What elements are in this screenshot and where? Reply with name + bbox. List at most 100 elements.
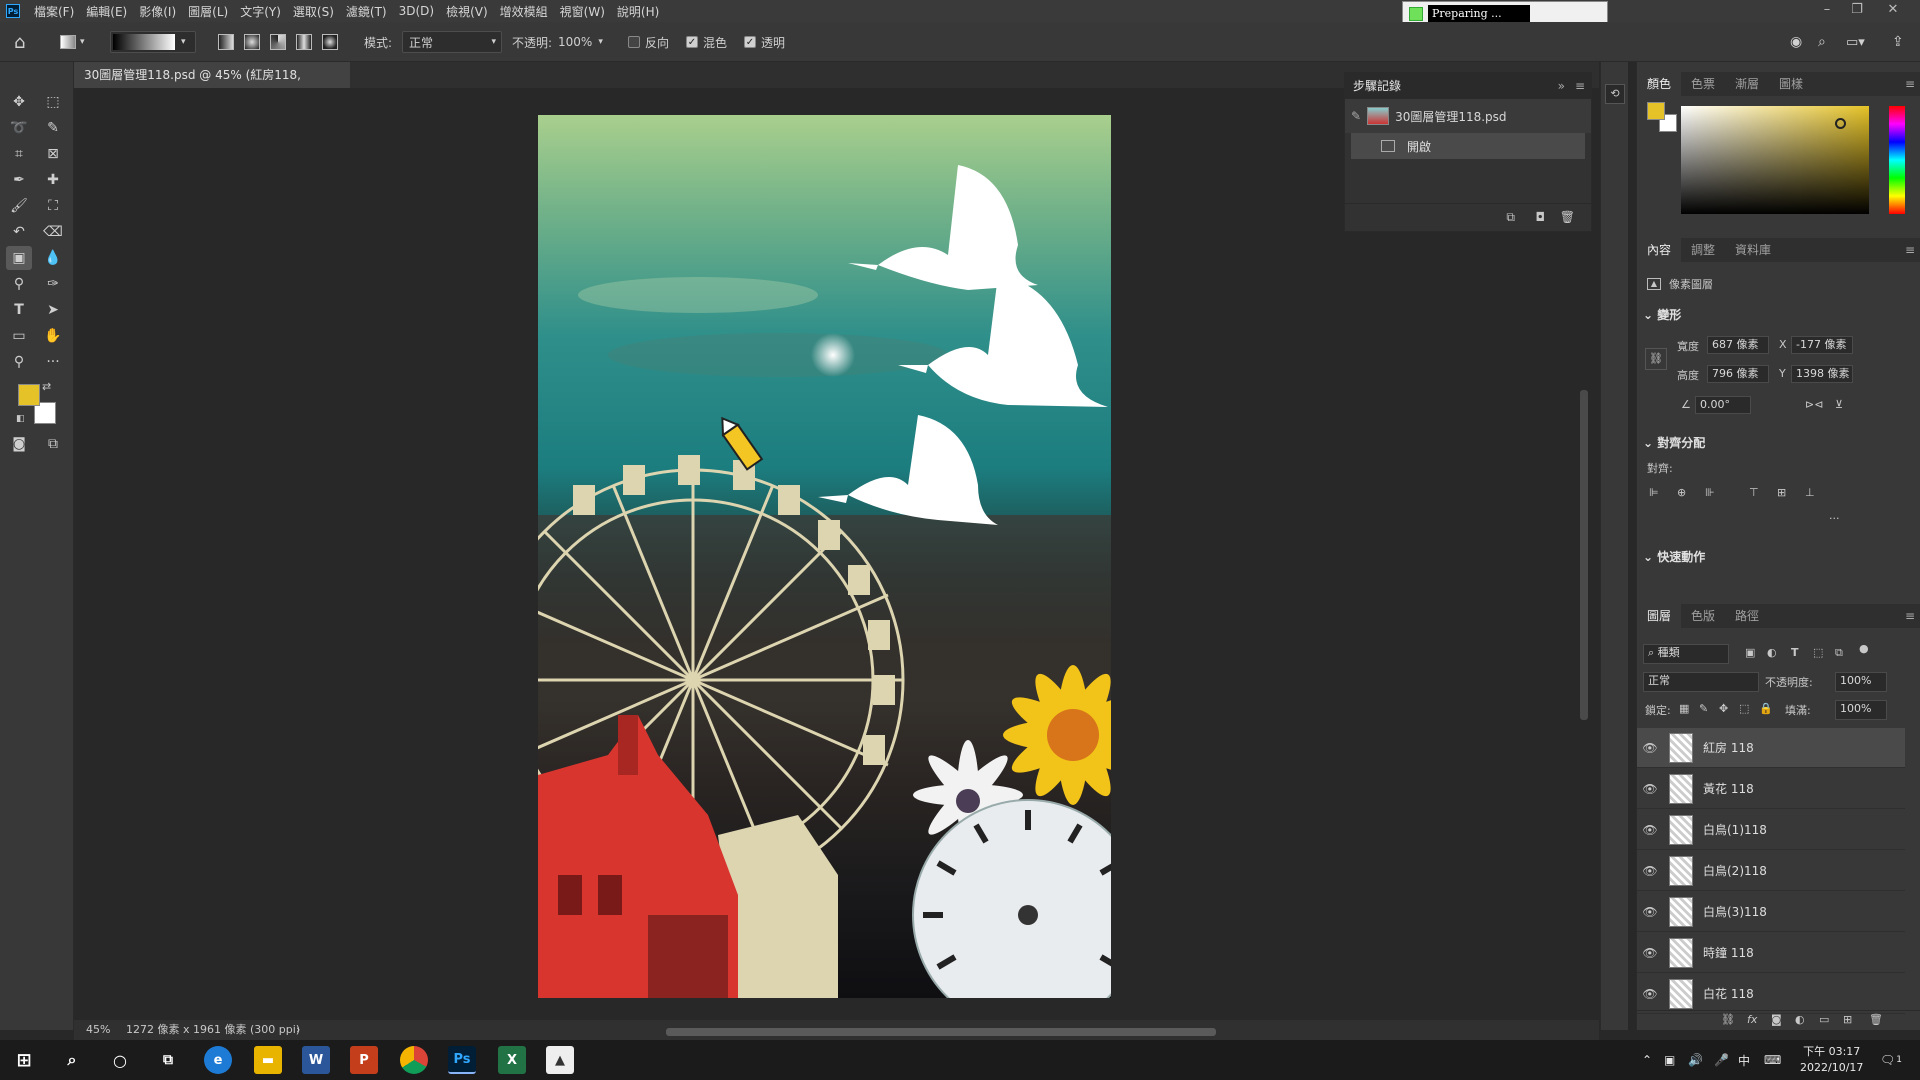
filter-smart-object-icon[interactable]: ⧉	[1835, 646, 1843, 660]
lock-position-icon[interactable]: ✥	[1719, 702, 1728, 715]
lock-transparent-icon[interactable]: ▦	[1679, 702, 1689, 715]
menu-image[interactable]: 影像(I)	[133, 3, 182, 20]
horizontal-scrollbar[interactable]	[666, 1028, 1216, 1036]
move-tool-icon[interactable]: ✥	[6, 90, 32, 114]
blur-tool-icon[interactable]: 💧	[40, 246, 66, 270]
user-icon[interactable]: ◉	[1790, 31, 1802, 53]
height-field[interactable]: 796 像素	[1707, 365, 1769, 383]
volume-icon[interactable]: 🔊	[1688, 1040, 1703, 1080]
word-icon[interactable]: W	[302, 1046, 330, 1074]
tab-patterns[interactable]: 圖樣	[1769, 72, 1813, 96]
windows-start-icon[interactable]: ⊞	[10, 1046, 38, 1074]
photoshop-logo-icon[interactable]: Ps	[6, 4, 20, 18]
ime-indicator[interactable]: 中	[1738, 1040, 1750, 1080]
filter-shape-icon[interactable]: ⬚	[1813, 646, 1823, 659]
task-view-icon[interactable]: ⧉	[154, 1046, 182, 1074]
angle-field[interactable]: 0.00°	[1695, 396, 1751, 414]
document-info[interactable]: 1272 像素 x 1961 像素 (300 ppi)	[126, 1020, 300, 1040]
delete-layer-icon[interactable]: 🗑	[1869, 1013, 1883, 1026]
menu-window[interactable]: 視窗(W)	[554, 3, 611, 20]
align-right-icon[interactable]: ⊪	[1705, 486, 1715, 499]
opacity-input[interactable]: 100% ▾	[558, 31, 610, 53]
tab-layers[interactable]: 圖層	[1637, 604, 1682, 628]
cortana-icon[interactable]: ○	[106, 1046, 134, 1074]
quick-select-tool-icon[interactable]: ✎	[40, 116, 66, 140]
mode-select[interactable]: 正常 ▾	[402, 31, 502, 53]
x-field[interactable]: -177 像素	[1791, 336, 1853, 354]
blend-mode-select[interactable]: 正常	[1643, 672, 1759, 692]
brush-tool-icon[interactable]: 🖌	[6, 194, 32, 218]
powerpoint-icon[interactable]: P	[350, 1046, 378, 1074]
filter-adjustment-icon[interactable]: ◐	[1767, 646, 1777, 659]
microphone-icon[interactable]: 🎤	[1714, 1040, 1729, 1080]
quick-actions-section[interactable]: ⌄ 快速動作	[1643, 548, 1705, 565]
linear-gradient-icon[interactable]	[218, 31, 234, 53]
adjustment-layer-icon[interactable]: ◐	[1795, 1013, 1805, 1026]
camera-icon[interactable]: ◘	[1536, 210, 1546, 224]
quick-mask-icon[interactable]: ◙	[6, 432, 32, 456]
history-step-open[interactable]: 開啟	[1351, 133, 1585, 159]
history-panel-icon[interactable]: ⟲	[1605, 84, 1625, 104]
eyedropper-tool-icon[interactable]: ✒	[6, 168, 32, 192]
close-window-icon[interactable]: ✕	[1878, 0, 1908, 22]
eye-icon[interactable]: 👁	[1637, 987, 1663, 1001]
search-icon[interactable]: ⌕	[58, 1046, 86, 1074]
type-tool-icon[interactable]: T	[6, 298, 32, 322]
notification-icon[interactable]: 🗨 1	[1880, 1040, 1902, 1080]
lasso-tool-icon[interactable]: ➰	[6, 116, 32, 140]
width-field[interactable]: 687 像素	[1707, 336, 1769, 354]
eye-icon[interactable]: 👁	[1637, 864, 1663, 878]
crop-tool-icon[interactable]: ⌗	[6, 142, 32, 166]
filter-pixel-icon[interactable]: ▣	[1745, 646, 1755, 659]
tab-properties[interactable]: 內容	[1637, 238, 1682, 262]
eye-icon[interactable]: 👁	[1637, 946, 1663, 960]
share-icon[interactable]: ⇪	[1892, 31, 1904, 53]
lock-all-icon[interactable]: 🔒	[1759, 702, 1773, 715]
workspace-icon[interactable]: ▭▾	[1846, 31, 1865, 53]
screen-mode-icon[interactable]: ⧉	[40, 432, 66, 456]
menu-view[interactable]: 檢視(V)	[440, 3, 494, 20]
more-tools-icon[interactable]: ···	[40, 350, 66, 374]
diamond-gradient-icon[interactable]	[322, 31, 338, 53]
zoom-level[interactable]: 45%	[86, 1020, 110, 1040]
network-icon[interactable]: ▣	[1664, 1040, 1675, 1080]
gradient-tool-icon[interactable]: ▣	[6, 246, 32, 270]
file-explorer-icon[interactable]: ▬	[254, 1046, 282, 1074]
document-tab[interactable]: 30圖層管理118.psd @ 45% (紅房118, RGB/8#) ×	[74, 62, 350, 108]
reflected-gradient-icon[interactable]	[296, 31, 312, 53]
align-left-icon[interactable]: ⊫	[1649, 486, 1659, 499]
history-panel-title[interactable]: 步驟記錄	[1353, 79, 1401, 93]
eye-icon[interactable]: 👁	[1637, 905, 1663, 919]
marquee-tool-icon[interactable]: ⬚	[40, 90, 66, 114]
panel-menu-icon[interactable]: ≡	[1575, 73, 1585, 99]
layer-row[interactable]: 👁 時鐘 118	[1637, 933, 1905, 973]
menu-type[interactable]: 文字(Y)	[234, 3, 287, 20]
radial-gradient-icon[interactable]	[244, 31, 260, 53]
menu-3d[interactable]: 3D(D)	[393, 4, 440, 18]
excel-icon[interactable]: X	[498, 1046, 526, 1074]
clock[interactable]: 下午 03:17 2022/10/17	[1800, 1040, 1863, 1080]
hand-tool-icon[interactable]: ✋	[40, 324, 66, 348]
link-layers-icon[interactable]: ⛓	[1721, 1013, 1735, 1026]
lock-artboard-icon[interactable]: ⬚	[1739, 702, 1749, 715]
filter-type-icon[interactable]: T	[1791, 646, 1799, 659]
edge-icon[interactable]: e	[204, 1046, 232, 1074]
restore-icon[interactable]: ❐	[1842, 0, 1872, 22]
keyboard-icon[interactable]: ⌨	[1764, 1040, 1781, 1080]
chrome-icon[interactable]	[400, 1046, 428, 1074]
foreground-color-chip[interactable]	[1647, 102, 1665, 120]
menu-file[interactable]: 檔案(F)	[28, 3, 80, 20]
transparency-checkbox[interactable]: ✓ 透明	[744, 31, 785, 53]
new-layer-icon[interactable]: ⊞	[1843, 1013, 1852, 1026]
hue-slider[interactable]	[1889, 106, 1905, 214]
link-icon[interactable]: ⛓	[1645, 348, 1667, 370]
align-top-icon[interactable]: ⊤	[1749, 486, 1759, 499]
gradient-picker[interactable]: ▾	[110, 31, 196, 53]
pen-tool-icon[interactable]: ✑	[40, 272, 66, 296]
eye-icon[interactable]: 👁	[1637, 782, 1663, 796]
search-icon[interactable]: ⌕	[1818, 31, 1826, 53]
dodge-tool-icon[interactable]: ⚲	[6, 272, 32, 296]
zoom-tool-icon[interactable]: ⚲	[6, 350, 32, 374]
align-center-h-icon[interactable]: ⊕	[1677, 486, 1686, 499]
collapse-icon[interactable]: »	[1558, 73, 1565, 99]
